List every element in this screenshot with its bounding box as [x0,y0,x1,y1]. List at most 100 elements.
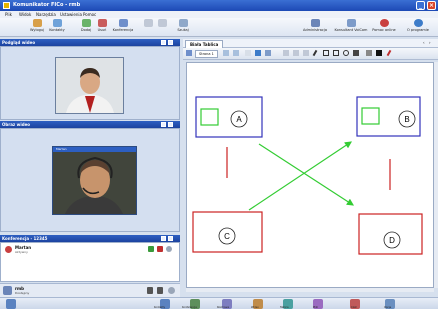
page-prev-icon[interactable] [233,50,239,56]
whiteboard-canvas[interactable]: A B C D [186,62,434,288]
open-icon[interactable] [255,50,261,56]
panel-close-icon[interactable] [168,122,173,127]
remote-video-caller-name: Martan [56,147,67,151]
logout-icon [32,19,42,27]
disabled-tool-icon [158,19,167,27]
main-toolbar: Wyloguj Kontakty Dodaj Usuń Konferencja … [0,18,438,37]
consultant-button[interactable]: Konsultant VoiCom [333,19,369,34]
panel-detach-icon[interactable] [161,40,166,45]
microphone-icon[interactable] [148,246,154,252]
whiteboard-box-d[interactable]: D [358,213,423,255]
menu-item-tools[interactable]: Narzędzia [36,12,56,17]
whiteboard-drawing: A B C D [192,96,423,255]
remote-video-person-image [53,152,136,214]
remove-contact-label: Usuń [97,28,107,32]
consultant-icon [346,19,356,27]
whiteboard-toolbar: Strona 1 [183,48,438,60]
new-page-icon[interactable] [245,50,251,56]
marker-icon[interactable] [386,49,392,57]
app-logo-icon [3,2,10,9]
tab-whiteboard[interactable]: Biała Tablica [185,40,224,48]
panel-detach-icon[interactable] [161,236,166,241]
remove-contact-button[interactable]: Usuń [95,19,109,34]
minimize-button[interactable]: _ [416,1,425,10]
logout-button[interactable]: Wyloguj [29,19,45,34]
contacts-button[interactable]: Kontakty [49,19,65,34]
local-video-header: Podgląd wideo [0,39,180,46]
admin-button[interactable]: Administracja [300,19,330,34]
conference-button[interactable]: Konferencja [112,19,134,34]
bottom-shortcut-bar: Kontakty Konferencja Rozmowa Wideo Tabli… [0,297,438,309]
admin-icon [310,19,320,27]
ellipse-tool-icon[interactable] [343,50,349,56]
microphone-icon[interactable] [147,287,153,294]
color-picker-icon[interactable] [376,50,382,56]
volume-icon[interactable] [168,287,175,294]
page-next-icon[interactable] [223,50,229,56]
box-a-label: A [236,115,242,124]
add-contact-label: Dodaj [80,28,92,32]
pen-tool-icon[interactable] [312,49,318,57]
tab-scroll-left-icon[interactable]: ‹ [423,40,425,45]
line-tool-icon[interactable] [323,50,329,56]
participant-status: Aktywny [15,250,28,254]
disabled-tool-icon [144,19,153,27]
page-select[interactable]: Strona 1 [195,50,218,58]
remote-video-area: Martan [0,128,180,232]
panel-close-icon[interactable] [168,40,173,45]
panel-close-icon[interactable] [168,236,173,241]
tab-scroll-right-icon[interactable]: › [429,40,431,45]
local-video-frame [55,57,124,114]
back-icon[interactable] [186,50,192,56]
whiteboard-vertical-scrollbar[interactable] [434,62,438,288]
add-contact-button[interactable]: Dodaj [79,19,93,34]
whiteboard-box-c[interactable]: C [192,211,263,253]
speaker-icon[interactable] [157,287,163,294]
arrow-c-to-b[interactable] [248,141,352,211]
menu-item-view[interactable]: Widok [19,12,31,17]
toolbar-extra-2[interactable] [158,19,167,34]
remote-video-title: Obraz wideo [2,122,31,127]
line-width-icon[interactable] [366,50,372,56]
panel-detach-icon[interactable] [161,122,166,127]
help-online-button[interactable]: Pomoc online [371,19,397,34]
save-icon[interactable] [265,50,271,56]
whiteboard-box-b[interactable]: B [356,96,421,137]
conference-label: Konferencja [112,28,134,32]
toolbar-extra-1[interactable] [144,19,153,34]
user-status[interactable]: Dostępny [15,291,29,295]
speaker-icon[interactable] [157,246,163,252]
menu-item-help[interactable]: Pomoc [83,12,96,17]
hand-tool-icon[interactable] [293,50,299,56]
search-label: Szukaj [177,28,189,32]
whiteboard-horizontal-scrollbar[interactable] [186,288,434,292]
about-label: O programie [407,28,429,32]
title-bar: Komunikator FICo - rmb _ × [0,0,438,11]
contacts-label: Kontakty [49,28,65,32]
consultant-label: Konsultant VoiCom [334,28,368,32]
participant-avatar-icon [5,246,12,253]
participant-settings-icon[interactable] [166,246,172,252]
whiteboard-tab-bar: Biała Tablica ‹ › [183,39,438,48]
close-button[interactable]: × [427,1,436,10]
shortcut-icon[interactable] [6,299,16,309]
text-tool-icon[interactable] [303,50,309,56]
box-d-label: D [389,236,395,245]
local-video-title: Podgląd wideo [2,40,36,45]
app-window: Komunikator FICo - rmb _ × Plik Widok Na… [0,0,438,309]
about-button[interactable]: O programie [400,19,436,34]
user-avatar-icon [3,286,12,295]
menu-item-file[interactable]: Plik [5,12,12,17]
rectangle-tool-icon[interactable] [333,50,339,56]
participant-row[interactable]: Martan Aktywny [3,245,179,255]
search-button[interactable]: Szukaj [176,19,190,34]
fill-tool-icon[interactable] [353,50,359,56]
box-c-label: C [224,232,230,241]
arrow-a-to-d[interactable] [258,143,355,206]
user-status-bar: rmb Dostępny [0,283,180,297]
remote-video-window: Martan [52,146,137,215]
menu-item-settings[interactable]: Ustawienia [60,12,82,17]
whiteboard-box-a[interactable]: A [195,96,263,138]
help-online-icon [379,19,389,27]
select-tool-icon[interactable] [283,50,289,56]
